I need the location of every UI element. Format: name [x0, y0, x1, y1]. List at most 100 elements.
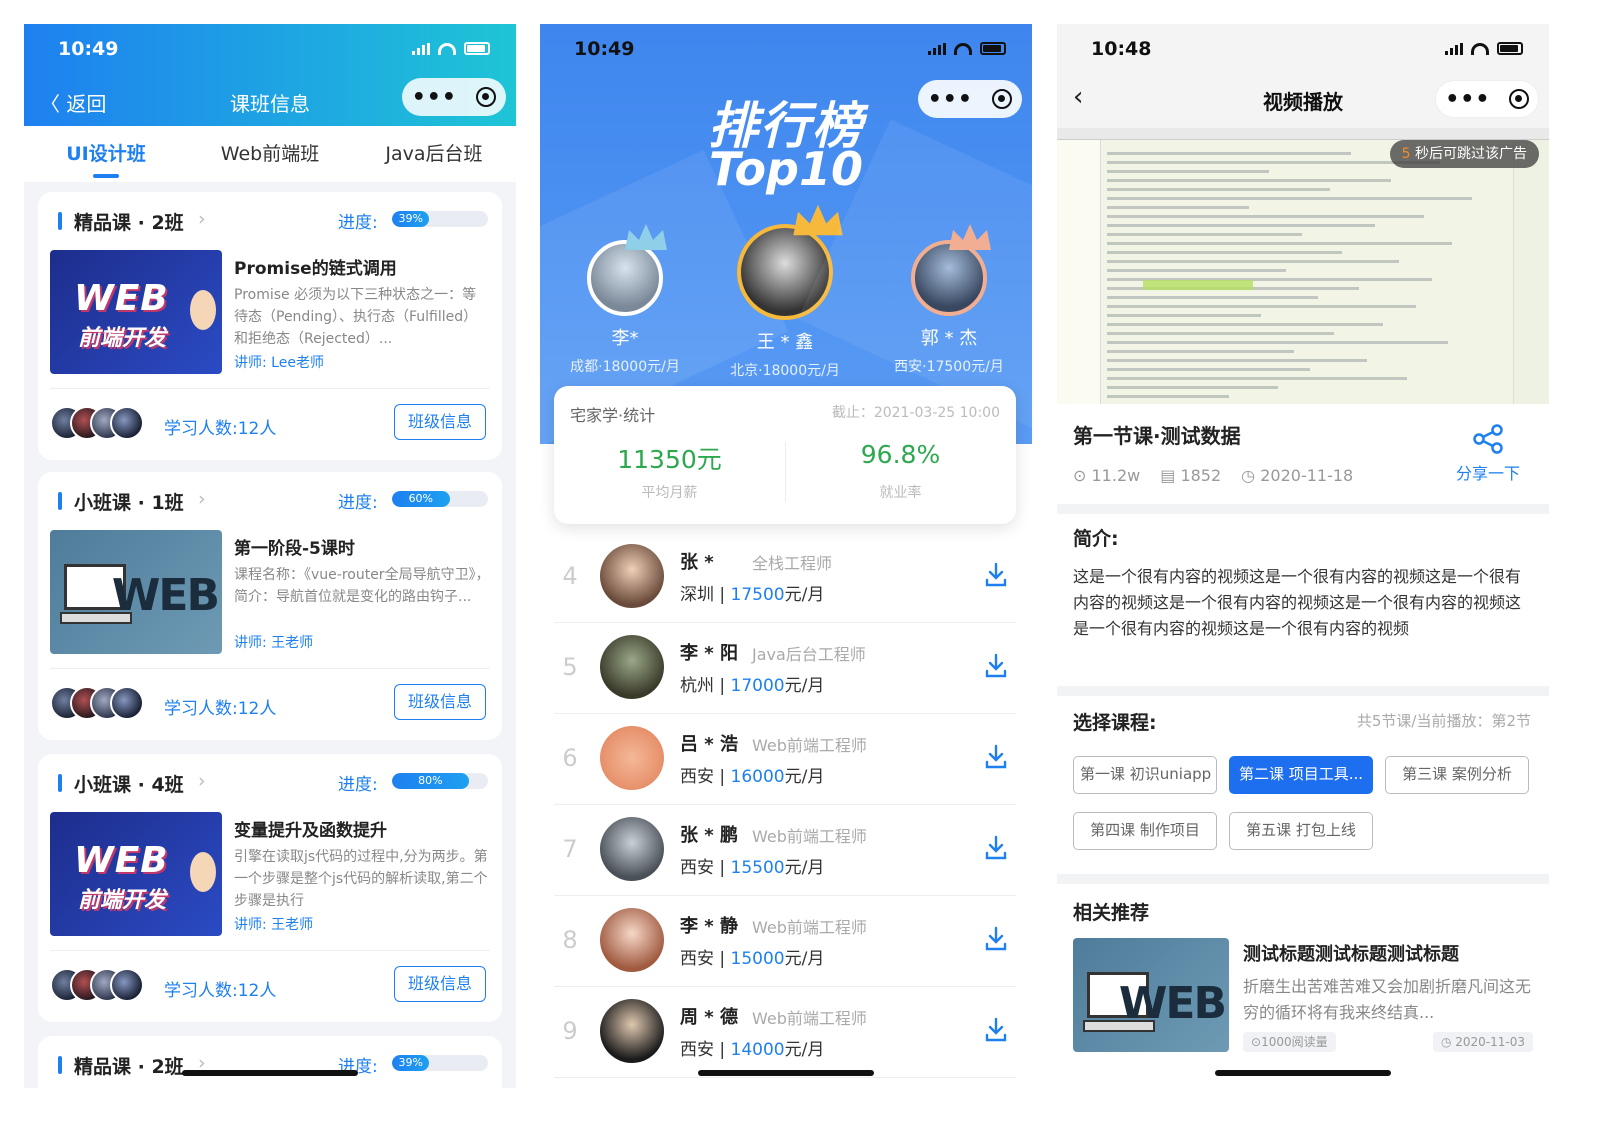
accent-bar: [58, 1056, 62, 1074]
student-name: 李 * 阳: [680, 643, 738, 664]
podium-first[interactable]: 王 * 鑫 北京·18000元/月: [700, 204, 870, 380]
accent-bar: [58, 774, 62, 792]
ranking-row[interactable]: 9 周 * 德 Web前端工程师 西安 | 14000元/月: [554, 987, 1016, 1078]
code-line: [1107, 188, 1331, 191]
download-icon[interactable]: [984, 653, 1008, 679]
download-icon[interactable]: [984, 835, 1008, 861]
home-indicator[interactable]: [182, 1070, 358, 1076]
lesson-button-active[interactable]: 第二课 项目工具...: [1229, 756, 1373, 794]
home-indicator[interactable]: [698, 1070, 874, 1076]
city-salary: 西安 | 14000元/月: [680, 1040, 825, 1060]
avatar: [600, 544, 664, 608]
rank-number: 9: [562, 1017, 578, 1045]
class-info-button[interactable]: 班级信息: [394, 966, 486, 1002]
salary-unit: 元/月: [784, 585, 825, 605]
publish-date: ◷ 2020-11-18: [1241, 466, 1353, 485]
course-title[interactable]: 第一阶段-5课时: [234, 534, 355, 559]
code-line: [1107, 368, 1310, 371]
avatar: [600, 908, 664, 972]
code-line: [1107, 395, 1229, 398]
more-icon[interactable]: •••: [412, 85, 457, 110]
close-target-icon[interactable]: [476, 87, 497, 107]
code-line: [1107, 242, 1453, 245]
class-info-button[interactable]: 班级信息: [394, 684, 486, 720]
section-gap: [1057, 686, 1549, 696]
more-icon[interactable]: •••: [1445, 87, 1490, 112]
progress-fill: 80%: [392, 773, 469, 789]
podium-third[interactable]: 郭 * 杰 西安·17500元/月: [864, 224, 1032, 376]
lesson-button[interactable]: 第一课 初识uniapp: [1073, 756, 1217, 794]
card-footer: 学习人数:12人 班级信息: [38, 952, 502, 1022]
code-line: [1107, 179, 1392, 182]
download-icon[interactable]: [984, 744, 1008, 770]
lesson-button[interactable]: 第四课 制作项目: [1073, 812, 1217, 850]
share-label: 分享一下: [1455, 464, 1520, 483]
teacher-label: 讲师: Lee老师: [234, 355, 324, 371]
related-date-value: 2020-11-03: [1455, 1035, 1525, 1049]
related-date: ◷ 2020-11-03: [1432, 1032, 1533, 1052]
crown-icon: [949, 224, 991, 250]
related-title[interactable]: 测试标题测试标题测试标题: [1243, 940, 1459, 966]
signal-icon: [1445, 42, 1463, 55]
close-target-icon[interactable]: [1508, 89, 1529, 109]
mini-program-capsule: •••: [402, 78, 506, 116]
code-line: [1107, 332, 1335, 335]
ranking-row[interactable]: 7 张 * 鹏 Web前端工程师 西安 | 15500元/月: [554, 805, 1016, 896]
battery-icon: [464, 42, 490, 55]
video-player[interactable]: 5 秒后可跳过该广告: [1057, 128, 1549, 404]
avatar: [587, 224, 667, 316]
signal-icon: [412, 42, 430, 55]
share-button[interactable]: 分享一下: [1453, 424, 1523, 484]
divider: [50, 950, 490, 951]
card-header[interactable]: 小班课 · 4班 › 进度: 80%: [38, 754, 502, 810]
city: 西安: [680, 949, 714, 969]
course-title[interactable]: Promise的链式调用: [234, 254, 397, 279]
code-line: [1107, 233, 1302, 236]
card-header[interactable]: 小班课 · 1班 › 进度: 60%: [38, 472, 502, 528]
job-title: Web前端工程师: [752, 1009, 867, 1028]
course-card: 小班课 · 4班 › 进度: 80% WEB 前端开发 变量提升及函数提升 引擎…: [38, 754, 502, 1022]
card-header[interactable]: 精品课 · 2班 › 进度: 39%: [38, 192, 502, 248]
ranking-row[interactable]: 8 李 * 静 Web前端工程师 西安 | 15000元/月: [554, 896, 1016, 987]
download-icon[interactable]: [984, 1017, 1008, 1043]
course-thumbnail[interactable]: WEB 前端开发: [50, 250, 222, 374]
lesson-button[interactable]: 第五课 打包上线: [1229, 812, 1373, 850]
play-count-value: 11.2w: [1091, 466, 1141, 485]
select-course-info: 共5节课/当前播放：第2节: [1356, 712, 1531, 730]
salary-unit: 元/月: [784, 858, 825, 878]
podium-second[interactable]: 李* 成都·18000元/月: [540, 224, 710, 376]
tab-web-frontend[interactable]: Web前端班: [188, 126, 352, 182]
course-thumbnail[interactable]: WEB: [50, 530, 222, 654]
avatar: [110, 686, 144, 720]
download-icon[interactable]: [984, 562, 1008, 588]
skip-countdown: 5: [1401, 146, 1411, 162]
ranking-row[interactable]: 6 吕 * 浩 Web前端工程师 西安 | 16000元/月: [554, 714, 1016, 805]
card-header[interactable]: 精品课 · 2班 › 进度: 39%: [38, 1036, 502, 1088]
class-tabs: UI设计班 Web前端班 Java后台班: [24, 126, 516, 182]
avg-salary-label: 平均月薪: [641, 485, 698, 501]
tab-ui-design[interactable]: UI设计班: [24, 126, 188, 182]
progress-label: 进度:: [338, 213, 378, 233]
class-info-button[interactable]: 班级信息: [394, 404, 486, 440]
video-meta: ⊙ 11.2w ▤ 1852 ◷ 2020-11-18: [1073, 466, 1353, 485]
download-icon[interactable]: [984, 926, 1008, 952]
lesson-button[interactable]: 第三课 案例分析: [1385, 756, 1529, 794]
course-title[interactable]: 变量提升及函数提升: [234, 816, 387, 841]
skip-ad-button[interactable]: 5 秒后可跳过该广告: [1389, 140, 1539, 168]
ranking-row[interactable]: 4 张 * 全栈工程师 深圳 | 17500元/月: [554, 532, 1016, 623]
student-avatars: [50, 968, 144, 1002]
wifi-icon: [1471, 42, 1489, 55]
ranking-row[interactable]: 5 李 * 阳 Java后台工程师 杭州 | 17000元/月: [554, 623, 1016, 714]
city: 西安: [680, 1040, 714, 1060]
home-indicator[interactable]: [1215, 1070, 1391, 1076]
publish-date-value: 2020-11-18: [1260, 466, 1354, 485]
course-thumbnail[interactable]: WEB 前端开发: [50, 812, 222, 936]
city-salary: 深圳 | 17500元/月: [680, 585, 825, 605]
clock-icon: ◷: [1440, 1035, 1456, 1049]
avg-salary-value: 11350元: [617, 445, 722, 474]
document-icon: ▤: [1160, 466, 1176, 485]
tab-java-backend[interactable]: Java后台班: [352, 126, 516, 182]
related-thumbnail[interactable]: WEB: [1073, 938, 1229, 1052]
job-title: Web前端工程师: [752, 918, 867, 937]
crown-icon: [625, 224, 667, 250]
